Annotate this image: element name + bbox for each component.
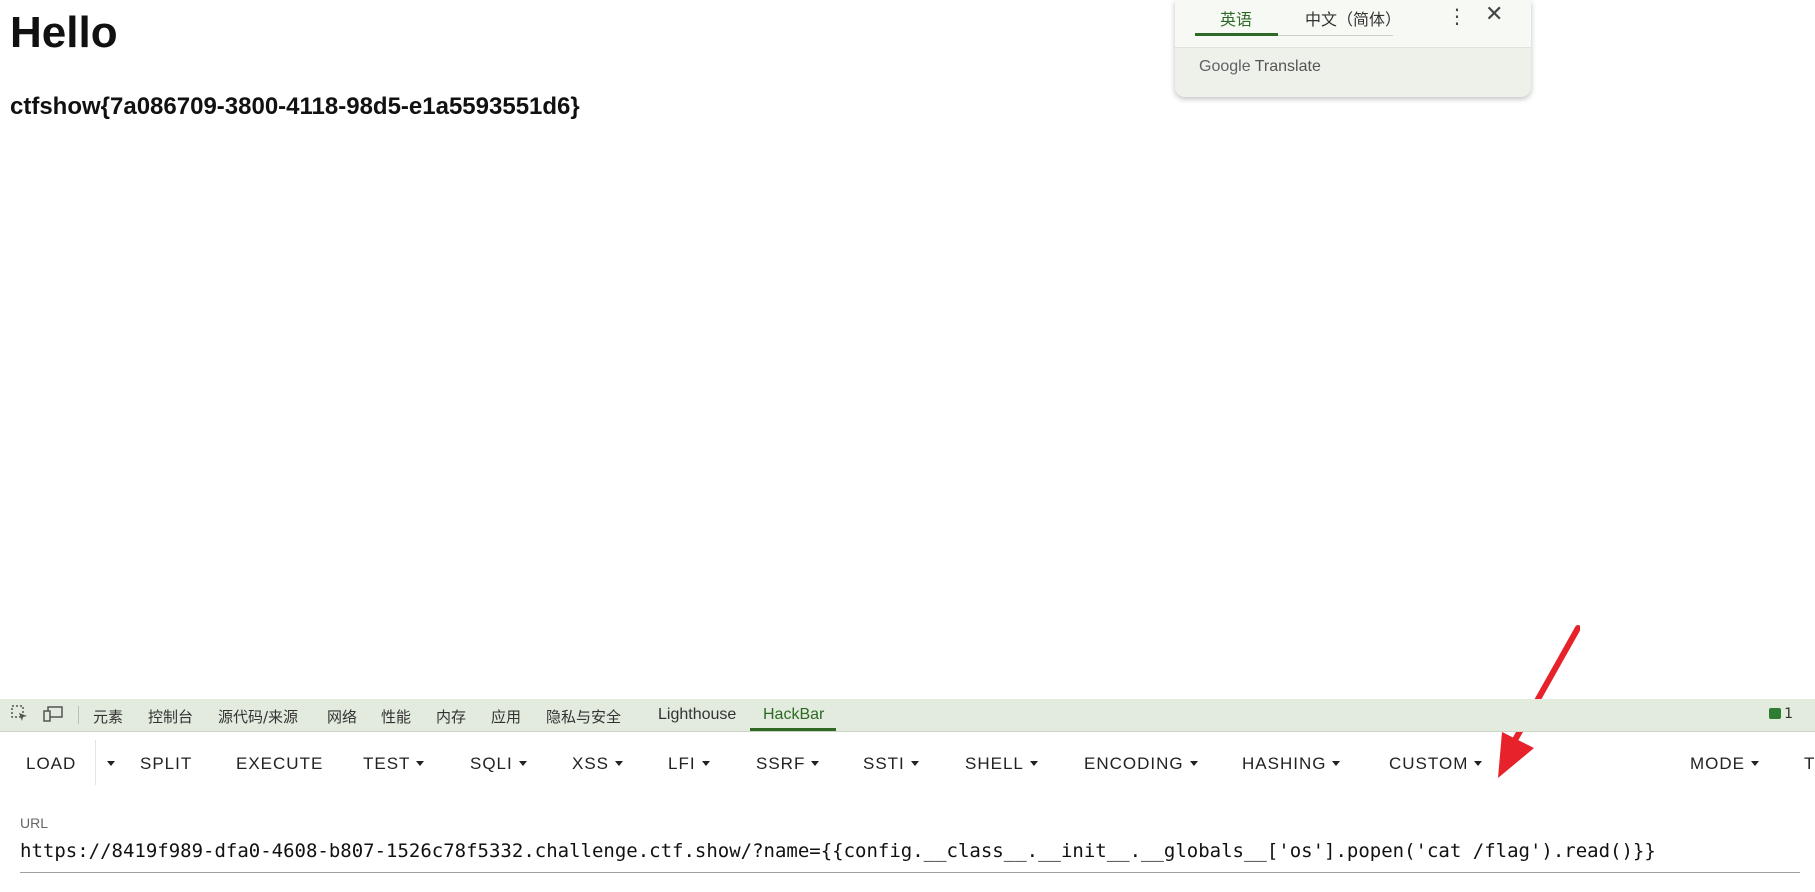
issues-counter[interactable]: 1	[1769, 706, 1793, 722]
ssrf-label: SSRF	[756, 754, 806, 773]
more-options-icon[interactable]: ⋮	[1447, 4, 1467, 28]
page-title: Hello	[10, 8, 118, 57]
xss-menu-button[interactable]: XSS	[572, 754, 624, 774]
url-field-label: URL	[20, 815, 49, 831]
encoding-menu-button[interactable]: ENCODING	[1084, 754, 1198, 774]
tab-sources[interactable]: 源代码/来源	[218, 706, 298, 727]
chevron-down-icon	[416, 761, 425, 766]
custom-menu-button[interactable]: CUSTOM	[1389, 754, 1483, 774]
google-translate-brand: Google Translate	[1199, 58, 1321, 76]
message-icon	[1769, 708, 1782, 719]
load-divider	[95, 740, 96, 785]
toolbar-divider	[78, 706, 79, 724]
lfi-label: LFI	[668, 754, 696, 773]
chevron-down-icon	[811, 761, 820, 766]
mode-menu-button[interactable]: MODE	[1690, 754, 1759, 774]
shell-menu-button[interactable]: SHELL	[965, 754, 1038, 774]
tab-console[interactable]: 控制台	[148, 706, 193, 727]
chevron-down-icon	[1029, 761, 1038, 766]
shell-label: SHELL	[965, 754, 1024, 773]
tab-privacy-security[interactable]: 隐私与安全	[546, 706, 621, 727]
device-toolbar-icon[interactable]	[43, 705, 63, 725]
translate-language-bar: 英语 中文（简体） ⋮ ✕	[1175, 0, 1531, 48]
active-tab-indicator	[750, 728, 836, 731]
tab-hackbar[interactable]: HackBar	[763, 706, 824, 724]
tab-application[interactable]: 应用	[491, 706, 521, 727]
custom-label: CUSTOM	[1389, 754, 1469, 773]
translate-divider	[1278, 35, 1393, 36]
chevron-down-icon	[615, 761, 624, 766]
chevron-down-icon	[910, 761, 919, 766]
translate-popup: 英语 中文（简体） ⋮ ✕ Google Translate	[1175, 0, 1531, 97]
tab-network[interactable]: 网络	[327, 706, 357, 727]
tab-performance[interactable]: 性能	[381, 706, 411, 727]
test-menu-button[interactable]: TEST	[363, 754, 425, 774]
load-dropdown-button[interactable]	[101, 754, 115, 774]
chevron-down-icon	[518, 761, 527, 766]
sqli-label: SQLI	[470, 754, 513, 773]
hashing-menu-button[interactable]: HASHING	[1242, 754, 1341, 774]
translate-tab-source[interactable]: 英语	[1220, 6, 1252, 30]
load-button[interactable]: LOAD	[26, 754, 76, 774]
tab-elements[interactable]: 元素	[93, 706, 123, 727]
ssti-menu-button[interactable]: SSTI	[863, 754, 919, 774]
close-icon[interactable]: ✕	[1485, 2, 1503, 27]
google-brand-text: Google	[1199, 58, 1251, 75]
translate-brand-text: Translate	[1254, 58, 1321, 75]
chevron-down-icon	[1474, 761, 1483, 766]
chevron-down-icon	[1751, 761, 1759, 766]
devtools-tab-strip: 元素 控制台 源代码/来源 网络 性能 内存 应用 隐私与安全 Lighthou…	[0, 699, 1815, 732]
encoding-label: ENCODING	[1084, 754, 1184, 773]
hackbar-toolbar: LOAD SPLIT EXECUTE TEST SQLI XSS LFI SSR…	[0, 740, 1815, 785]
sqli-menu-button[interactable]: SQLI	[470, 754, 527, 774]
execute-button[interactable]: EXECUTE	[236, 754, 323, 774]
flag-text: ctfshow{7a086709-3800-4118-98d5-e1a55935…	[10, 93, 580, 120]
chevron-down-icon	[1332, 761, 1341, 766]
xss-label: XSS	[572, 754, 610, 773]
issues-count: 1	[1784, 706, 1793, 722]
ssti-label: SSTI	[863, 754, 905, 773]
hashing-label: HASHING	[1242, 754, 1327, 773]
tab-lighthouse[interactable]: Lighthouse	[658, 706, 736, 724]
split-button[interactable]: SPLIT	[140, 754, 192, 774]
url-input[interactable]: https://8419f989-dfa0-4608-b807-1526c78f…	[20, 840, 1800, 862]
translate-active-underline	[1195, 33, 1278, 36]
mode-label: MODE	[1690, 754, 1745, 773]
test-label: TEST	[363, 754, 411, 773]
lfi-menu-button[interactable]: LFI	[668, 754, 710, 774]
ssrf-menu-button[interactable]: SSRF	[756, 754, 820, 774]
chevron-down-icon	[701, 761, 710, 766]
chevron-down-icon	[107, 761, 115, 766]
translate-tab-target[interactable]: 中文（简体）	[1305, 6, 1401, 30]
chevron-down-icon	[1189, 761, 1198, 766]
url-input-underline	[20, 872, 1800, 873]
truncated-menu-button[interactable]: T	[1804, 754, 1815, 774]
tab-memory[interactable]: 内存	[436, 706, 466, 727]
inspect-element-icon[interactable]	[10, 705, 30, 725]
